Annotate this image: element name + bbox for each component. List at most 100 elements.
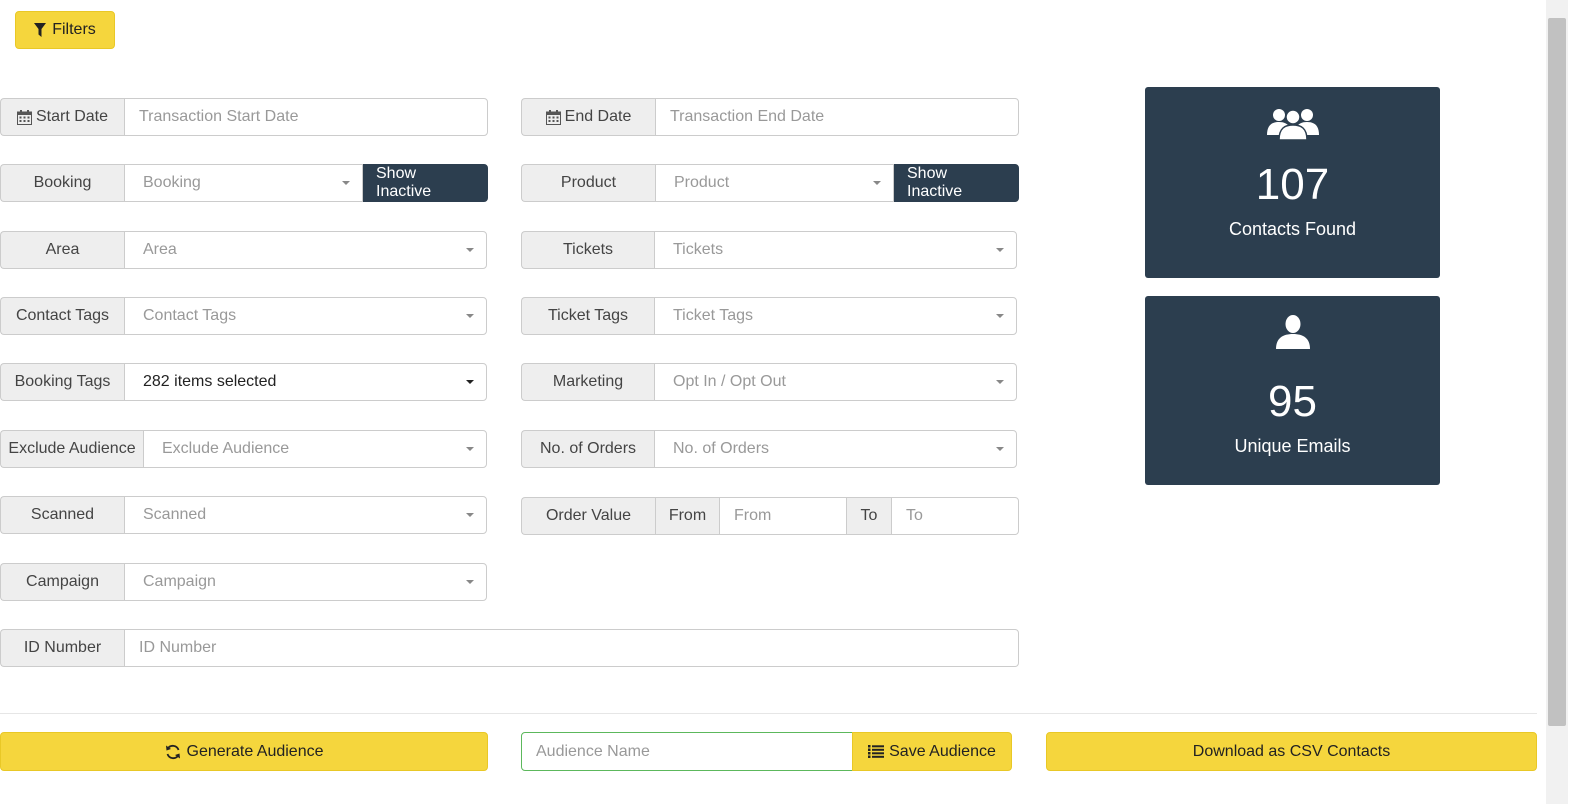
product-show-inactive-button[interactable]: Show Inactive — [894, 164, 1019, 202]
chevron-down-icon — [466, 447, 474, 451]
product-placeholder: Product — [674, 174, 730, 191]
end-date-placeholder: Transaction End Date — [670, 108, 825, 125]
booking-tags-value: 282 items selected — [143, 373, 277, 390]
booking-tags-group: Booking Tags 282 items selected — [0, 363, 487, 401]
booking-tags-select[interactable]: 282 items selected — [124, 363, 487, 401]
chevron-down-icon — [996, 380, 1004, 384]
refresh-icon — [165, 744, 180, 759]
unique-emails-value: 95 — [1268, 377, 1317, 426]
calendar-icon — [545, 109, 561, 125]
generate-audience-button[interactable]: Generate Audience — [0, 732, 488, 771]
user-icon — [1275, 315, 1310, 349]
list-icon — [868, 745, 885, 758]
contact-tags-placeholder: Contact Tags — [143, 307, 237, 324]
area-group: Area Area — [0, 231, 487, 269]
chevron-down-icon — [996, 447, 1004, 451]
product-label: Product — [560, 174, 617, 191]
download-csv-button[interactable]: Download as CSV Contacts — [1046, 732, 1537, 771]
order-value-from-placeholder: From — [734, 507, 772, 524]
marketing-select[interactable]: Opt In / Opt Out — [654, 363, 1017, 401]
scanned-select[interactable]: Scanned — [124, 496, 487, 534]
campaign-group: Campaign Campaign — [0, 563, 487, 601]
booking-group: Booking Booking Show Inactive — [0, 164, 488, 202]
end-date-addon: End Date — [521, 98, 655, 136]
campaign-label: Campaign — [26, 573, 99, 590]
audience-name-input[interactable]: Audience Name — [521, 732, 853, 771]
area-addon: Area — [0, 231, 124, 269]
chevron-down-icon — [466, 513, 474, 517]
calendar-icon — [16, 109, 32, 125]
exclude-audience-label: Exclude Audience — [8, 440, 136, 457]
unique-emails-label: Unique Emails — [1234, 436, 1351, 456]
campaign-placeholder: Campaign — [143, 573, 216, 590]
exclude-audience-addon: Exclude Audience — [0, 430, 143, 468]
download-csv-label: Download as CSV Contacts — [1192, 742, 1391, 760]
filters-button-label: Filters — [52, 21, 96, 38]
no-of-orders-group: No. of Orders No. of Orders — [521, 430, 1017, 468]
chevron-down-icon — [342, 181, 350, 185]
contact-tags-addon: Contact Tags — [0, 297, 124, 335]
booking-show-inactive-button[interactable]: Show Inactive — [363, 164, 488, 202]
order-value-to-input[interactable]: To — [891, 497, 1019, 535]
save-audience-label: Save Audience — [889, 742, 996, 760]
order-value-from-input[interactable]: From — [719, 497, 847, 535]
order-value-to-placeholder: To — [906, 507, 923, 524]
order-value-addon: Order Value — [521, 497, 655, 535]
ticket-tags-placeholder: Ticket Tags — [673, 307, 754, 324]
end-date-input[interactable]: Transaction End Date — [655, 98, 1019, 136]
ticket-tags-addon: Ticket Tags — [521, 297, 654, 335]
scanned-placeholder: Scanned — [143, 506, 207, 523]
ticket-tags-group: Ticket Tags Ticket Tags — [521, 297, 1017, 335]
order-value-from-label: From — [668, 507, 707, 524]
booking-tags-addon: Booking Tags — [0, 363, 124, 401]
chevron-down-icon — [996, 248, 1004, 252]
booking-placeholder: Booking — [143, 174, 201, 191]
scanned-label: Scanned — [30, 506, 95, 523]
id-number-label: ID Number — [23, 639, 102, 656]
booking-select[interactable]: Booking — [124, 164, 363, 202]
contact-tags-group: Contact Tags Contact Tags — [0, 297, 487, 335]
id-number-placeholder: ID Number — [139, 639, 217, 656]
save-audience-button[interactable]: Save Audience — [852, 732, 1012, 771]
scrollbar-thumb[interactable] — [1548, 18, 1566, 726]
no-of-orders-select[interactable]: No. of Orders — [654, 430, 1017, 468]
campaign-select[interactable]: Campaign — [124, 563, 487, 601]
users-group-icon — [1266, 109, 1319, 141]
end-date-label: End Date — [564, 108, 632, 125]
marketing-placeholder: Opt In / Opt Out — [673, 373, 786, 390]
order-value-to-addon: To — [847, 497, 891, 535]
ticket-tags-select[interactable]: Ticket Tags — [654, 297, 1017, 335]
area-placeholder: Area — [143, 241, 177, 258]
chevron-down-icon — [996, 314, 1004, 318]
end-date-group: End Date Transaction End Date — [521, 98, 1019, 136]
booking-addon: Booking — [0, 164, 124, 202]
start-date-input[interactable]: Transaction Start Date — [124, 98, 488, 136]
audience-name-placeholder: Audience Name — [536, 742, 650, 760]
id-number-input[interactable]: ID Number — [124, 629, 1019, 667]
area-select[interactable]: Area — [124, 231, 487, 269]
unique-emails-card: 95 Unique Emails — [1145, 296, 1440, 485]
no-of-orders-placeholder: No. of Orders — [673, 440, 770, 457]
area-label: Area — [45, 241, 80, 258]
contacts-found-card: 107 Contacts Found — [1145, 87, 1440, 278]
chevron-down-icon — [466, 248, 474, 252]
divider — [0, 713, 1537, 714]
chevron-down-icon — [466, 380, 474, 384]
order-value-to-label: To — [860, 507, 878, 524]
scanned-addon: Scanned — [0, 496, 124, 534]
ticket-tags-label: Ticket Tags — [547, 307, 629, 324]
no-of-orders-label: No. of Orders — [539, 440, 637, 457]
contact-tags-select[interactable]: Contact Tags — [124, 297, 487, 335]
exclude-audience-select[interactable]: Exclude Audience — [143, 430, 487, 468]
exclude-audience-group: Exclude Audience Exclude Audience — [0, 430, 487, 468]
tickets-select[interactable]: Tickets — [654, 231, 1017, 269]
start-date-addon: Start Date — [0, 98, 124, 136]
campaign-addon: Campaign — [0, 563, 124, 601]
tickets-label: Tickets — [562, 241, 614, 258]
filters-button[interactable]: Filters — [15, 11, 115, 49]
generate-audience-label: Generate Audience — [186, 742, 324, 760]
order-value-label: Order Value — [545, 507, 632, 524]
product-select[interactable]: Product — [655, 164, 894, 202]
no-of-orders-addon: No. of Orders — [521, 430, 654, 468]
order-value-group: Order Value From From To To — [521, 497, 1019, 535]
